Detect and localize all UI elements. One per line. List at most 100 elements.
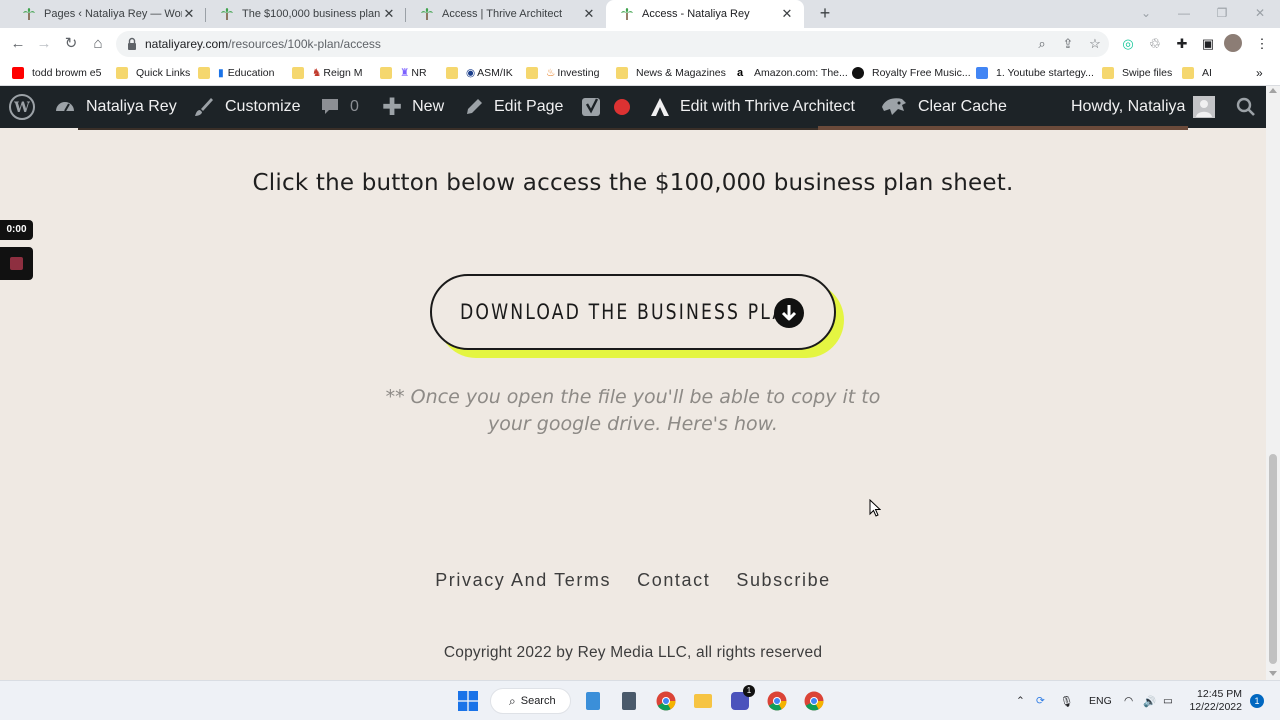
battery-icon[interactable]: ▭ xyxy=(1163,681,1173,720)
notification-badge[interactable]: 1 xyxy=(1250,694,1264,708)
youtube-icon xyxy=(12,67,24,79)
bookmark-item[interactable]: Royalty Free Music... xyxy=(852,65,971,81)
share-icon[interactable]: ⇪ xyxy=(1058,34,1078,54)
browser-tab[interactable]: Access | Thrive Architect ✕ xyxy=(406,0,606,28)
drive-note-line[interactable]: your google drive. Here's how. xyxy=(0,411,1266,438)
profile-avatar[interactable] xyxy=(1224,34,1244,54)
footer-link-contact[interactable]: Contact xyxy=(637,570,710,591)
extensions-puzzle-icon[interactable]: ✚ xyxy=(1172,34,1192,54)
wordpress-logo-button[interactable]: W xyxy=(8,86,36,128)
folder-icon xyxy=(1182,67,1194,79)
close-tab-icon[interactable]: ✕ xyxy=(182,6,196,22)
download-business-plan-button[interactable]: DOWNLOAD THE BUSINESS PLAN xyxy=(430,274,836,350)
education-icon: ▮ xyxy=(218,67,224,79)
cheetah-icon xyxy=(880,95,908,119)
grammarly-extension-icon[interactable]: ◎ xyxy=(1118,34,1138,54)
site-name-link[interactable]: Nataliya Rey xyxy=(54,86,177,128)
bookmark-item[interactable]: 1. Youtube startegy... xyxy=(976,65,1094,81)
yoast-seo-menu[interactable] xyxy=(580,86,640,128)
url-path: /resources/100k-plan/access xyxy=(228,37,381,51)
close-tab-icon[interactable]: ✕ xyxy=(780,6,794,22)
clear-cache-link[interactable]: Clear Cache xyxy=(880,86,1007,128)
close-tab-icon[interactable]: ✕ xyxy=(382,6,396,22)
edit-page-link[interactable]: Edit Page xyxy=(464,86,563,128)
notepad-icon[interactable] xyxy=(581,689,605,713)
windows-taskbar: ⌕ Search 1 ⌃ ⟳ 🎙 ENG ◠ 🔊 ▭ 12:45 PM 12/2… xyxy=(0,680,1280,720)
bookmark-folder[interactable]: AI xyxy=(1182,65,1212,81)
forward-icon[interactable]: → xyxy=(34,34,54,54)
back-icon[interactable]: ← xyxy=(8,34,28,54)
scroll-down-icon[interactable] xyxy=(1269,671,1277,676)
lock-icon[interactable] xyxy=(126,37,138,51)
close-window-icon[interactable]: ✕ xyxy=(1242,0,1278,28)
bookmark-item[interactable]: todd browm e5 xyxy=(12,65,101,81)
admin-search-icon[interactable] xyxy=(1236,86,1256,128)
volume-icon[interactable]: 🔊 xyxy=(1143,681,1156,720)
chrome-menu-icon[interactable]: ⋮ xyxy=(1252,34,1272,54)
wordpress-icon: W xyxy=(9,94,35,120)
new-content-link[interactable]: ✚ New xyxy=(382,86,444,128)
calculator-icon[interactable] xyxy=(617,689,641,713)
palm-tree-icon xyxy=(221,8,233,20)
close-tab-icon[interactable]: ✕ xyxy=(582,6,596,22)
stop-icon xyxy=(10,257,23,270)
taskbar-search[interactable]: ⌕ Search xyxy=(490,688,571,714)
teams-icon[interactable]: 1 xyxy=(728,685,755,713)
address-bar[interactable]: nataliyarey.com/resources/100k-plan/acce… xyxy=(116,31,1109,57)
more-bookmarks-icon[interactable]: » xyxy=(1256,65,1263,81)
new-tab-button[interactable]: + xyxy=(815,3,835,23)
side-panel-icon[interactable]: ▣ xyxy=(1198,34,1218,54)
tab-search-icon[interactable]: ⌄ xyxy=(1128,0,1164,28)
chrome-icon[interactable] xyxy=(654,689,678,713)
scrollbar-thumb[interactable] xyxy=(1269,454,1277,664)
browser-tab-active[interactable]: Access - Nataliya Rey ✕ xyxy=(606,0,804,28)
restore-icon[interactable]: ❐ xyxy=(1204,0,1240,28)
thrive-architect-link[interactable]: Edit with Thrive Architect xyxy=(650,86,855,128)
chrome-profile-icon[interactable] xyxy=(765,689,789,713)
browser-tab[interactable]: Pages ‹ Nataliya Rey — WordPress ✕ xyxy=(8,0,206,28)
bookmark-star-icon[interactable]: ☆ xyxy=(1085,34,1105,54)
comments-link[interactable]: 0 xyxy=(320,86,359,128)
bookmark-folder[interactable]: Quick Links xyxy=(116,65,190,81)
my-account-link[interactable]: Howdy, Nataliya xyxy=(1071,86,1216,128)
search-icon: ⌕ xyxy=(509,693,516,708)
file-explorer-icon[interactable] xyxy=(691,689,715,713)
bookmark-item[interactable]: a Amazon.com: The... xyxy=(734,65,848,81)
mouse-cursor-icon xyxy=(869,499,881,517)
folder-icon xyxy=(292,67,304,79)
bookmark-folder[interactable]: ♨ Investing xyxy=(526,65,599,81)
home-icon[interactable]: ⌂ xyxy=(88,34,108,54)
chrome-profile-icon[interactable] xyxy=(802,689,826,713)
windows-start-icon[interactable] xyxy=(456,689,480,713)
browser-tab[interactable]: The $100,000 business plan | Thrive ✕ xyxy=(206,0,406,28)
bookmark-folder[interactable]: News & Magazines xyxy=(616,65,726,81)
minimize-icon[interactable]: — xyxy=(1166,0,1202,28)
bookmark-folder[interactable]: ♞ Reign M xyxy=(292,65,363,81)
bookmark-folder[interactable]: ◉ ASM/IK xyxy=(446,65,513,81)
hero-image xyxy=(818,126,1188,130)
intro-text: Click the button below access the $100,0… xyxy=(252,170,1014,196)
taskbar-clock[interactable]: 12:45 PM 12/22/2022 xyxy=(1180,688,1242,714)
bookmark-folder[interactable]: ♜ NR xyxy=(380,65,427,81)
wifi-icon[interactable]: ◠ xyxy=(1124,681,1133,720)
amazon-icon: a xyxy=(734,67,746,79)
teams-badge: 1 xyxy=(743,685,755,697)
microphone-icon[interactable]: 🎙 xyxy=(1060,681,1073,720)
seo-status-dot-icon xyxy=(614,99,630,115)
extension-recycle-icon[interactable]: ♲ xyxy=(1145,34,1165,54)
bookmark-folder[interactable]: ▮ Education xyxy=(198,65,274,81)
url-text[interactable]: nataliyarey.com/resources/100k-plan/acce… xyxy=(145,37,381,51)
recorder-stop-button[interactable] xyxy=(0,247,33,280)
show-hidden-icons[interactable]: ⌃ xyxy=(1016,681,1025,720)
sync-icon[interactable]: ⟳ xyxy=(1036,681,1045,720)
footer-link-privacy[interactable]: Privacy And Terms xyxy=(435,570,611,591)
language-indicator[interactable]: ENG xyxy=(1089,681,1112,720)
customize-link[interactable]: Customize xyxy=(193,86,301,128)
folder-icon xyxy=(1102,67,1114,79)
scroll-up-icon[interactable] xyxy=(1269,88,1277,93)
page-scrollbar[interactable] xyxy=(1266,86,1280,680)
footer-link-subscribe[interactable]: Subscribe xyxy=(736,570,830,591)
zoom-icon[interactable]: ⌕ xyxy=(1032,34,1052,54)
bookmark-folder[interactable]: Swipe files xyxy=(1102,65,1172,81)
reload-icon[interactable]: ↻ xyxy=(61,34,81,54)
